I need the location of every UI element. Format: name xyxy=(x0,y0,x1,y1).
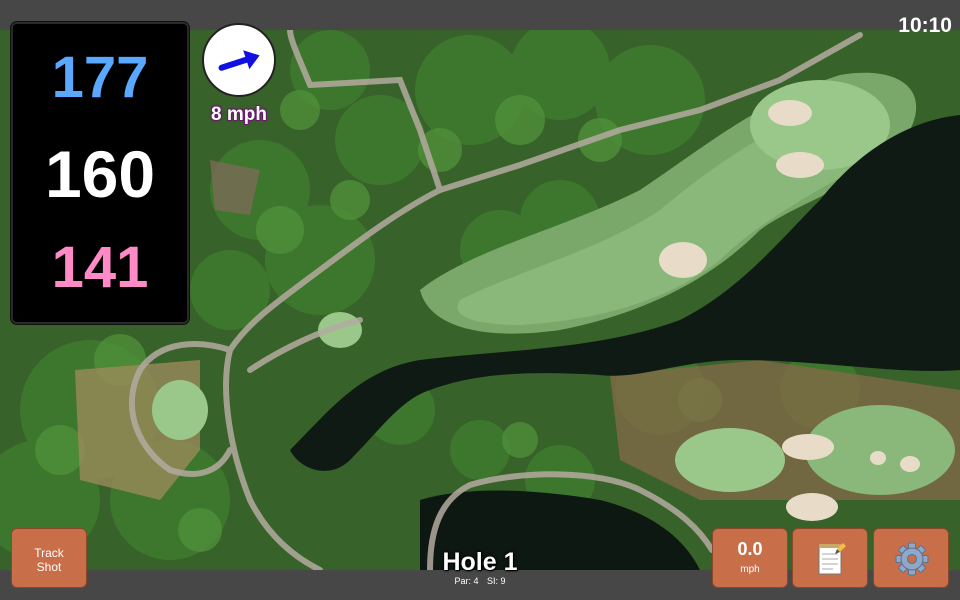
hole-par: Par: 4 xyxy=(454,576,479,586)
distance-middle: 160 xyxy=(44,137,156,211)
track-shot-button[interactable]: Track Shot xyxy=(11,528,87,588)
hole-info: Hole 1 Par: 4 SI: 9 xyxy=(400,548,560,587)
track-shot-label-line2: Shot xyxy=(36,560,62,574)
notes-button[interactable] xyxy=(792,528,868,588)
speed-button[interactable]: 0.0 mph xyxy=(712,528,788,588)
gear-icon xyxy=(895,542,929,576)
speed-value: 0.0 xyxy=(737,539,763,559)
distance-back: 177 xyxy=(51,45,149,110)
hole-stroke-index: SI: 9 xyxy=(487,576,506,586)
hole-title: Hole 1 xyxy=(442,548,518,576)
track-shot-label-line1: Track xyxy=(34,546,64,560)
distance-front: 141 xyxy=(51,235,149,300)
clock: 10:10 xyxy=(898,14,952,37)
hole-details: Par: 4 SI: 9 xyxy=(400,576,560,587)
distance-panel: 177 160 141 xyxy=(11,22,189,324)
speed-unit: mph xyxy=(740,564,760,575)
wind-speed: 8 mph xyxy=(211,104,267,125)
notepad-icon xyxy=(818,543,846,575)
settings-button[interactable] xyxy=(873,528,949,588)
wind-indicator xyxy=(202,23,276,97)
wind-arrow-icon xyxy=(218,50,260,71)
